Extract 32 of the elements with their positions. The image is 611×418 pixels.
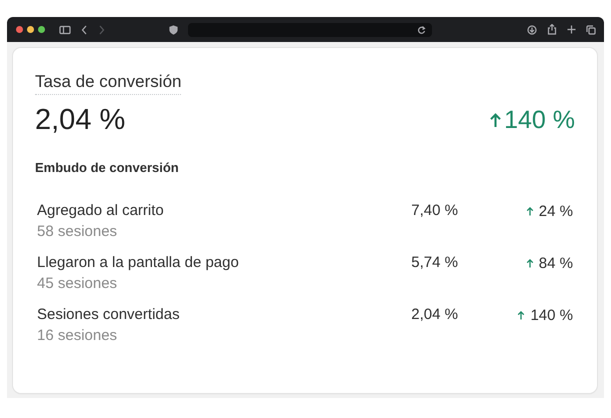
arrow-up-icon xyxy=(517,310,526,320)
plus-icon[interactable] xyxy=(567,25,576,34)
arrow-up-icon xyxy=(526,258,534,268)
sidebar-icon[interactable] xyxy=(59,24,71,34)
back-icon[interactable] xyxy=(81,24,88,34)
arrow-up-icon xyxy=(526,206,534,216)
step-rate: 5,74 % xyxy=(411,254,458,271)
session-count: 16 sesiones xyxy=(37,327,118,344)
arrow-up-icon xyxy=(489,112,502,129)
step-change: 140 % xyxy=(530,306,573,324)
download-icon[interactable] xyxy=(527,24,537,34)
zoom-button[interactable] xyxy=(38,26,45,33)
step-rate: 2,04 % xyxy=(411,306,458,323)
step-change: 24 % xyxy=(538,202,573,220)
reload-icon[interactable] xyxy=(417,25,426,34)
shield-icon[interactable] xyxy=(169,24,178,34)
share-icon[interactable] xyxy=(547,24,557,35)
step-change: 84 % xyxy=(538,254,573,272)
tabs-icon[interactable] xyxy=(586,24,596,34)
close-button[interactable] xyxy=(16,26,23,33)
step-label: Agregado al carrito xyxy=(37,202,165,219)
change-value: 140 % xyxy=(504,106,575,135)
step-rate: 7,40 % xyxy=(411,202,458,219)
address-field[interactable] xyxy=(188,22,432,36)
metric-value: 2,04 % xyxy=(35,104,126,137)
card-title[interactable]: Tasa de conversión xyxy=(35,72,182,95)
session-count: 45 sesiones xyxy=(37,275,118,292)
minimize-button[interactable] xyxy=(27,26,34,33)
step-label: Llegaron a la pantalla de pago xyxy=(37,254,240,271)
step-label: Sesiones convertidas xyxy=(37,306,181,323)
session-count: 58 sesiones xyxy=(37,223,118,240)
section-title: Embudo de conversión xyxy=(35,160,179,175)
